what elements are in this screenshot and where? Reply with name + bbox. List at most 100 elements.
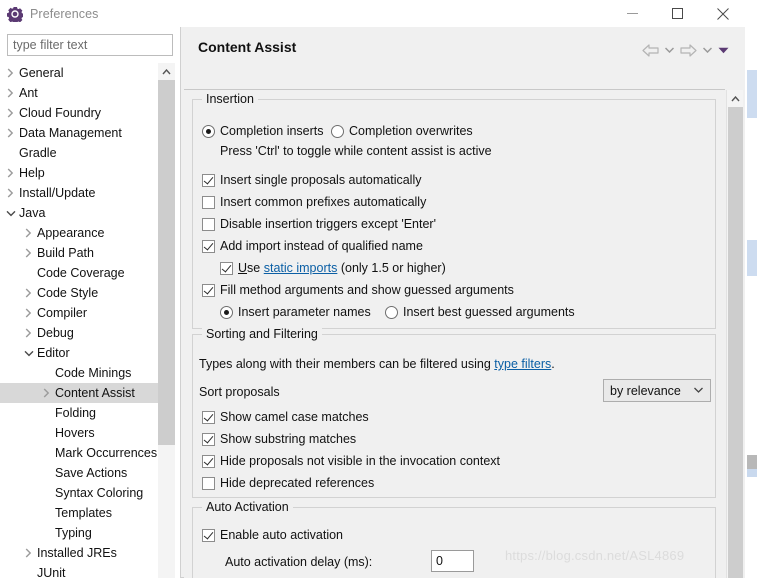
sidebar-item-install-update[interactable]: Install/Update <box>0 183 158 203</box>
back-history-chevron-down-icon[interactable] <box>661 39 677 61</box>
scroll-up-icon[interactable] <box>727 90 744 107</box>
chevron-right-icon[interactable] <box>22 283 35 303</box>
sidebar-item-hovers[interactable]: Hovers <box>0 423 158 443</box>
disable-insertion-triggers-checkbox[interactable]: Disable insertion triggers except 'Enter… <box>202 217 436 231</box>
auto-activation-delay-input[interactable] <box>431 550 474 572</box>
forward-arrow-icon[interactable] <box>677 39 699 61</box>
chevron-right-icon[interactable] <box>4 183 17 203</box>
sidebar-item-mark-occurrences[interactable]: Mark Occurrences <box>0 443 158 463</box>
chevron-right-icon[interactable] <box>4 103 17 123</box>
sidebar-item-label: Syntax Coloring <box>55 486 144 500</box>
background-block <box>747 455 757 469</box>
sidebar-item-save-actions[interactable]: Save Actions <box>0 463 158 483</box>
gear-icon <box>7 6 23 22</box>
sort-proposals-value: by relevance <box>610 383 681 398</box>
show-camel-case-checkbox[interactable]: Show camel case matches <box>202 410 369 424</box>
auto-activation-group-title: Auto Activation <box>202 500 293 514</box>
sidebar-item-debug[interactable]: Debug <box>0 323 158 343</box>
forward-history-chevron-down-icon[interactable] <box>699 39 715 61</box>
completion-overwrites-radio[interactable]: Completion overwrites <box>331 124 473 138</box>
insert-best-guessed-radio[interactable]: Insert best guessed arguments <box>385 305 575 319</box>
sidebar-item-syntax-coloring[interactable]: Syntax Coloring <box>0 483 158 503</box>
static-imports-link[interactable]: static imports <box>264 261 338 275</box>
content-scrollbar[interactable] <box>726 90 743 578</box>
sidebar-item-gradle[interactable]: Gradle <box>0 143 158 163</box>
back-arrow-icon[interactable] <box>639 39 661 61</box>
fill-method-arguments-checkbox[interactable]: Fill method arguments and show guessed a… <box>202 283 514 297</box>
sidebar-item-cloud-foundry[interactable]: Cloud Foundry <box>0 103 158 123</box>
sidebar-item-data-management[interactable]: Data Management <box>0 123 158 143</box>
sidebar-item-folding[interactable]: Folding <box>0 403 158 423</box>
sidebar-item-label: Save Actions <box>55 466 128 480</box>
completion-inserts-radio[interactable]: Completion inserts <box>202 124 324 138</box>
maximize-button[interactable] <box>655 0 700 27</box>
chevron-right-icon[interactable] <box>22 243 35 263</box>
view-menu-chevron-down-icon[interactable] <box>715 39 731 61</box>
enable-auto-activation-label: Enable auto activation <box>220 528 344 542</box>
sidebar-item-build-path[interactable]: Build Path <box>0 243 158 263</box>
preferences-dialog-root: Preferences General Ant Cloud Foundry Data … <box>0 0 757 578</box>
add-import-checkbox[interactable]: Add import instead of qualified name <box>202 239 423 253</box>
tree-scrollbar-thumb[interactable] <box>158 80 175 445</box>
chevron-right-icon[interactable] <box>22 323 35 343</box>
sidebar-item-help[interactable]: Help <box>0 163 158 183</box>
enable-auto-activation-checkbox[interactable]: Enable auto activation <box>202 528 343 542</box>
use-rest: se <box>247 261 264 275</box>
minimize-button[interactable] <box>610 0 655 27</box>
chevron-right-icon[interactable] <box>4 123 17 143</box>
sidebar-item-label: Templates <box>55 506 112 520</box>
sidebar-item-label: Mark Occurrences <box>55 446 158 460</box>
sidebar-item-label: Hovers <box>55 426 95 440</box>
use-static-imports-checkbox[interactable]: Use static imports (only 1.5 or higher) <box>220 261 446 275</box>
chevron-right-icon[interactable] <box>4 83 17 103</box>
preferences-tree[interactable]: General Ant Cloud Foundry Data Management Gr… <box>0 63 158 578</box>
use-static-imports-label: Use static imports (only 1.5 or higher) <box>238 261 446 275</box>
close-button[interactable] <box>700 0 745 27</box>
chevron-down-icon[interactable] <box>4 203 17 223</box>
desc-prefix: Types along with their members can be fi… <box>199 357 495 371</box>
sidebar-item-general[interactable]: General <box>0 63 158 83</box>
pane-divider <box>180 27 181 578</box>
chevron-right-icon[interactable] <box>40 383 53 403</box>
sidebar-item-junit[interactable]: JUnit <box>0 563 158 578</box>
hide-not-visible-checkbox[interactable]: Hide proposals not visible in the invoca… <box>202 454 500 468</box>
chevron-down-icon[interactable] <box>22 343 35 363</box>
search-input[interactable] <box>7 34 173 56</box>
sidebar-item-templates[interactable]: Templates <box>0 503 158 523</box>
chevron-right-icon[interactable] <box>22 223 35 243</box>
background-block <box>747 70 757 118</box>
insert-common-prefixes-checkbox[interactable]: Insert common prefixes automatically <box>202 195 426 209</box>
tree-scrollbar[interactable] <box>158 63 175 578</box>
content-scrollbar-thumb[interactable] <box>728 107 743 578</box>
radio-indicator <box>331 124 344 138</box>
sidebar-item-editor[interactable]: Editor <box>0 343 158 363</box>
insert-single-proposals-checkbox[interactable]: Insert single proposals automatically <box>202 173 422 187</box>
sidebar-item-content-assist[interactable]: Content Assist <box>0 383 158 403</box>
insert-parameter-names-radio[interactable]: Insert parameter names <box>220 305 371 319</box>
sort-proposals-select[interactable]: by relevance <box>603 379 711 402</box>
type-filters-link[interactable]: type filters <box>494 357 551 371</box>
hide-deprecated-checkbox[interactable]: Hide deprecated references <box>202 476 374 490</box>
chevron-right-icon[interactable] <box>4 63 17 83</box>
sidebar-item-installed-jres[interactable]: Installed JREs <box>0 543 158 563</box>
filter-field-wrapper <box>7 34 173 56</box>
sidebar-item-compiler[interactable]: Compiler <box>0 303 158 323</box>
show-substring-checkbox[interactable]: Show substring matches <box>202 432 356 446</box>
sidebar-item-typing[interactable]: Typing <box>0 523 158 543</box>
sidebar-item-ant[interactable]: Ant <box>0 83 158 103</box>
sidebar-item-code-style[interactable]: Code Style <box>0 283 158 303</box>
scroll-up-icon[interactable] <box>158 63 175 80</box>
chevron-right-icon[interactable] <box>22 303 35 323</box>
insert-single-proposals-label: Insert single proposals automatically <box>220 173 422 187</box>
chevron-right-icon[interactable] <box>4 163 17 183</box>
sidebar-item-label: Help <box>19 166 45 180</box>
sidebar-item-code-minings[interactable]: Code Minings <box>0 363 158 383</box>
sidebar-item-java[interactable]: Java <box>0 203 158 223</box>
sidebar-item-appearance[interactable]: Appearance <box>0 223 158 243</box>
chevron-right-icon[interactable] <box>22 543 35 563</box>
completion-inserts-label: Completion inserts <box>220 124 324 138</box>
sidebar-item-code-coverage[interactable]: Code Coverage <box>0 263 158 283</box>
fill-method-arguments-label: Fill method arguments and show guessed a… <box>220 283 514 297</box>
